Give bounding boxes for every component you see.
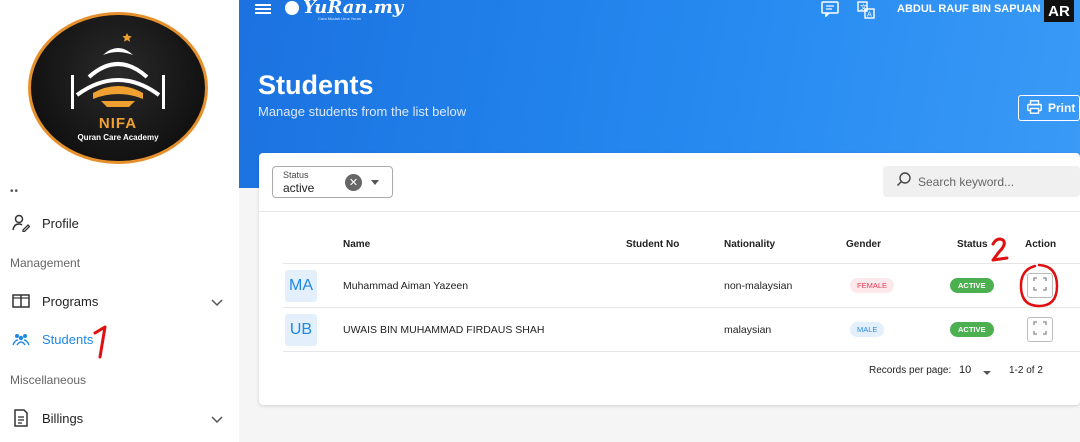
avatar[interactable]: AR [1044,0,1074,22]
sidebar-item-programs[interactable]: Programs [0,283,239,319]
sidebar-item-label: Profile [42,215,79,231]
student-nationality: malaysian [724,324,772,336]
divider [283,351,1080,352]
page-title: Students [258,70,374,100]
column-header-status[interactable]: Status [957,239,988,250]
receipt-icon [10,409,32,427]
records-per-page-select[interactable]: 10 [959,364,971,376]
column-header-name[interactable]: Name [343,239,370,250]
svg-text:文: 文 [860,3,867,12]
svg-text:A: A [867,11,872,19]
expand-row-button[interactable] [1027,273,1053,298]
expand-row-button[interactable] [1027,317,1053,342]
sidebar-partial-item: •• [10,186,20,197]
hamburger-menu-icon[interactable] [255,2,271,21]
logo-subtitle: Quran Care Academy [77,133,159,142]
search-input[interactable] [918,174,1068,189]
logo-title: NIFA [98,115,138,132]
status-badge: ACTIVE [950,278,994,293]
sidebar-item-profile[interactable]: Profile [0,205,239,241]
chevron-down-icon[interactable] [211,412,223,427]
records-per-page-label: Records per page: [869,365,952,376]
academy-logo: NIFA Quran Care Academy [28,12,208,164]
divider [283,263,1080,264]
status-filter-select[interactable]: Status active ✕ [272,166,393,198]
fullscreen-icon [1033,321,1047,338]
student-avatar: UB [285,314,317,346]
column-header-action: Action [1025,239,1057,250]
book-open-icon [10,293,32,309]
student-nationality: non-malaysian [724,280,793,292]
sidebar-item-students[interactable]: Students [0,321,239,357]
status-filter-label: Status [283,170,309,180]
chevron-down-icon[interactable] [211,295,223,310]
clear-filter-icon[interactable]: ✕ [345,174,362,191]
brand-mark-icon [285,0,299,15]
search-box[interactable] [883,166,1080,197]
dropdown-arrow-icon[interactable] [983,371,991,375]
chat-message-icon[interactable] [821,1,839,22]
sidebar-item-label: Students [42,331,94,347]
top-app-bar: YuRan.my Cara Mudah Urus Yuran 文A ABDUL … [239,0,1080,22]
user-name[interactable]: ABDUL RAUF BIN SAPUAN [897,3,1040,15]
pagination-range: 1-2 of 2 [1009,365,1043,376]
student-name: UWAIS BIN MUHAMMAD FIRDAUS SHAH [343,324,545,336]
fullscreen-icon [1033,277,1047,294]
gender-badge: MALE [850,322,885,337]
student-name: Muhammad Aiman Yazeen [343,280,469,292]
student-avatar: MA [285,270,317,302]
brand-tagline: Cara Mudah Urus Yuran [318,16,362,21]
section-management: Management [10,256,81,270]
column-header-gender[interactable]: Gender [846,239,881,250]
column-header-nationality[interactable]: Nationality [724,239,775,250]
students-table-card: Status active ✕ Name Student No National… [259,153,1080,405]
print-button[interactable]: Print [1018,95,1080,121]
divider [259,211,1080,212]
sidebar: NIFA Quran Care Academy •• Profile Manag… [0,0,239,442]
page-subtitle: Manage students from the list below [258,104,467,119]
sidebar-item-billings[interactable]: Billings [0,400,239,436]
section-miscellaneous: Miscellaneous [10,373,87,387]
translate-icon[interactable]: 文A [857,1,875,24]
printer-icon [1027,99,1042,117]
status-filter-value: active [283,181,315,195]
user-edit-icon [10,214,32,232]
sidebar-item-label: Programs [42,293,99,309]
status-badge: ACTIVE [950,322,994,337]
divider [283,307,1080,308]
people-group-icon [10,332,32,346]
search-icon [896,171,912,192]
column-header-student-no[interactable]: Student No [626,239,679,250]
sidebar-item-label: Billings [42,410,84,426]
dropdown-arrow-icon[interactable] [371,180,379,185]
gender-badge: FEMALE [850,278,895,293]
print-label: Print [1048,101,1076,115]
